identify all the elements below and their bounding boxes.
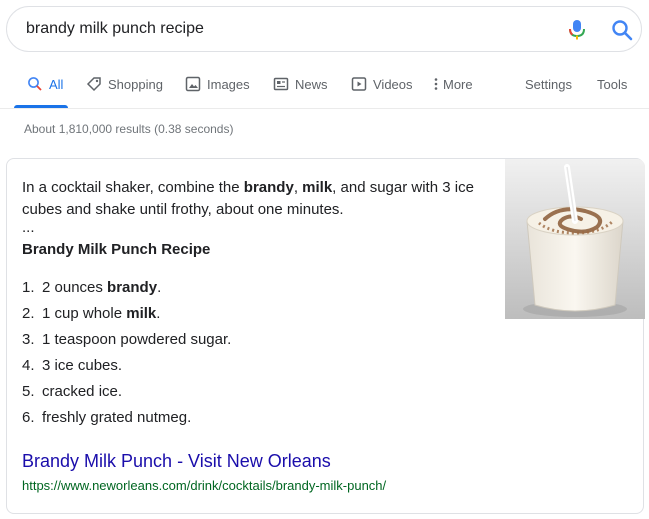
tab-more-label: More (443, 76, 473, 92)
tab-all[interactable]: All (27, 60, 63, 108)
search-bar (6, 6, 642, 52)
step-bold: milk (126, 305, 157, 322)
search-icon (28, 77, 42, 91)
tab-images[interactable]: Images (185, 60, 250, 108)
list-item: 3. 1 teaspoon powdered sugar. (22, 329, 231, 355)
lead-part: , (293, 179, 303, 196)
step-after: . (157, 279, 162, 296)
tab-videos-label: Videos (373, 76, 413, 92)
step-number: 4. (22, 357, 35, 374)
result-stats: About 1,810,000 results (0.38 seconds) (24, 122, 234, 136)
tab-tools[interactable]: Tools (597, 60, 627, 108)
search-submit-icon[interactable] (611, 19, 633, 41)
tab-shopping[interactable]: Shopping (86, 60, 163, 108)
tab-tools-label: Tools (597, 76, 628, 92)
news-icon (273, 77, 289, 91)
step-text: 2 ounces (42, 279, 108, 296)
step-text: freshly grated nutmeg. (42, 409, 192, 426)
list-item: 6. freshly grated nutmeg. (22, 407, 231, 433)
step-after: . (156, 305, 161, 322)
list-item: 1. 2 ounces brandy. (22, 277, 231, 303)
tab-videos[interactable]: Videos (351, 60, 413, 108)
step-text: 1 cup whole (42, 305, 127, 322)
tab-all-label: All (49, 76, 64, 92)
tab-settings[interactable]: Settings (525, 60, 572, 108)
kebab-icon (434, 78, 438, 90)
lead-part: In a cocktail shaker, combine the (22, 179, 244, 196)
search-results-page: All Shopping Images News (0, 0, 649, 519)
lead-bold: milk (302, 179, 333, 196)
search-tabs: All Shopping Images News Videos More Set… (0, 60, 649, 110)
step-number: 6. (22, 409, 35, 426)
featured-snippet: In a cocktail shaker, combine the brandy… (6, 158, 645, 514)
recipe-title: Brandy Milk Punch Recipe (22, 241, 211, 258)
play-icon (351, 77, 367, 91)
result-title-link[interactable]: Brandy Milk Punch - Visit New Orleans (22, 451, 331, 472)
step-number: 5. (22, 383, 35, 400)
milk-punch-photo[interactable] (505, 159, 645, 319)
snippet-lead-text: In a cocktail shaker, combine the brandy… (22, 177, 492, 221)
tag-icon (86, 77, 101, 92)
tab-shopping-label: Shopping (108, 76, 163, 92)
image-icon (185, 76, 201, 92)
step-bold: brandy (107, 279, 158, 296)
list-item: 2. 1 cup whole milk. (22, 303, 231, 329)
lead-bold: brandy (243, 179, 294, 196)
result-url: https://www.neworleans.com/drink/cocktai… (22, 478, 387, 493)
step-text: 3 ice cubes. (42, 357, 123, 374)
microphone-icon[interactable] (567, 19, 587, 41)
search-input[interactable] (26, 7, 546, 51)
step-text: 1 teaspoon powdered sugar. (42, 331, 232, 348)
recipe-steps: 1. 2 ounces brandy. 2. 1 cup whole milk. 3… (22, 277, 231, 433)
tab-settings-label: Settings (525, 76, 572, 92)
step-text: cracked ice. (42, 383, 123, 400)
step-number: 1. (22, 279, 35, 296)
list-item: 5. cracked ice. (22, 381, 231, 407)
tab-news-label: News (295, 76, 328, 92)
snippet-ellipsis: ... (22, 219, 35, 236)
tab-news[interactable]: News (273, 60, 328, 108)
tab-images-label: Images (207, 76, 250, 92)
step-number: 2. (22, 305, 35, 322)
tabs-divider (0, 108, 649, 109)
step-number: 3. (22, 331, 35, 348)
milk-punch-illustration (505, 159, 645, 319)
list-item: 4. 3 ice cubes. (22, 355, 231, 381)
tab-more[interactable]: More (433, 60, 473, 108)
